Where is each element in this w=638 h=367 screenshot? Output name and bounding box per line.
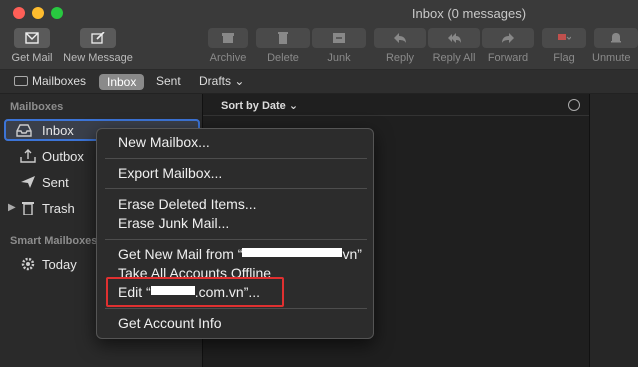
unmute-label: Unmute	[592, 52, 631, 64]
get-mail-button[interactable]	[14, 28, 50, 48]
sort-by-date-button[interactable]: Sort by Date ⌄	[221, 99, 298, 112]
reply-all-label: Reply All	[432, 52, 476, 64]
menu-item-new-mailbox[interactable]: New Mailbox...	[118, 134, 210, 150]
sort-bar: Sort by Date ⌄	[203, 94, 590, 116]
window-title: Inbox (0 messages)	[411, 6, 527, 21]
highlight-box	[106, 277, 284, 307]
forward-button[interactable]	[482, 28, 534, 48]
flag-icon	[558, 34, 571, 40]
redacted-account	[242, 248, 343, 257]
paper-plane-icon	[21, 176, 35, 188]
minimize-window-button[interactable]	[32, 7, 44, 19]
menu-item-erase-junk[interactable]: Erase Junk Mail...	[118, 215, 229, 231]
reply-label: Reply	[385, 52, 415, 64]
sidebar-item-label: Today	[42, 256, 77, 272]
archive-button[interactable]	[208, 28, 248, 48]
get-new-mail-prefix: Get New Mail from “	[118, 246, 243, 262]
favorites-inbox-button[interactable]: Inbox	[99, 74, 145, 90]
mailboxes-sidebar-icon	[14, 76, 28, 86]
window-toolbar: Inbox (0 messages) Get Mail New Message …	[0, 0, 638, 70]
get-new-mail-suffix: vn”	[342, 246, 362, 262]
menu-separator	[105, 158, 367, 159]
inbox-tray-icon	[16, 124, 32, 137]
envelope-icon	[25, 32, 39, 44]
delete-button[interactable]	[256, 28, 310, 48]
menu-separator	[105, 308, 367, 309]
archive-box-icon	[222, 33, 234, 43]
new-message-label: New Message	[63, 52, 133, 64]
smart-mailboxes-section-title: Smart Mailboxes	[10, 235, 98, 247]
mailbox-context-menu: New Mailbox... Export Mailbox... Erase D…	[96, 128, 374, 339]
forward-label: Forward	[487, 52, 529, 64]
junk-button[interactable]	[312, 28, 366, 48]
menu-separator	[105, 239, 367, 240]
junk-label: Junk	[327, 52, 351, 64]
menu-separator	[105, 188, 367, 189]
sidebar-item-label: Trash	[42, 200, 75, 216]
bell-icon	[611, 33, 621, 43]
menu-item-get-new-mail[interactable]: Get New Mail from “ vn”	[118, 246, 362, 262]
sidebar-item-label: Outbox	[42, 148, 84, 164]
menu-item-get-account-info[interactable]: Get Account Info	[118, 315, 222, 331]
trash-icon	[22, 202, 34, 215]
reply-button[interactable]	[374, 28, 426, 48]
favorites-mailboxes-button[interactable]: Mailboxes	[14, 74, 86, 88]
reply-arrow-icon	[394, 33, 406, 43]
menu-item-export-mailbox[interactable]: Export Mailbox...	[118, 165, 222, 181]
junk-icon	[333, 33, 345, 43]
get-mail-label: Get Mail	[11, 52, 53, 64]
new-message-button[interactable]	[80, 28, 116, 48]
mailboxes-section-title: Mailboxes	[10, 101, 64, 113]
flag-label: Flag	[553, 52, 575, 64]
favorites-sent-button[interactable]: Sent	[156, 74, 181, 88]
favorites-bar: Mailboxes Inbox Sent Drafts ⌄	[0, 70, 638, 94]
sidebar-item-label: Inbox	[42, 122, 74, 138]
archive-label: Archive	[209, 52, 247, 64]
flag-button[interactable]	[542, 28, 586, 48]
zoom-window-button[interactable]	[51, 7, 63, 19]
unmute-button[interactable]	[594, 28, 638, 48]
reply-all-arrow-icon	[448, 33, 461, 43]
filter-icon[interactable]	[568, 99, 580, 111]
sidebar-item-label: Sent	[42, 174, 69, 190]
forward-arrow-icon	[502, 33, 514, 43]
gear-icon	[21, 257, 35, 271]
compose-icon	[91, 32, 105, 44]
outbox-tray-icon	[20, 149, 36, 163]
favorites-drafts-button[interactable]: Drafts ⌄	[199, 74, 244, 88]
reply-all-button[interactable]	[428, 28, 480, 48]
delete-label: Delete	[267, 52, 299, 64]
disclosure-triangle-icon[interactable]: ▶	[8, 202, 16, 213]
message-viewer	[589, 94, 638, 367]
trash-icon	[278, 32, 288, 44]
favorites-mailboxes-label: Mailboxes	[32, 74, 87, 88]
menu-item-erase-deleted[interactable]: Erase Deleted Items...	[118, 196, 257, 212]
close-window-button[interactable]	[13, 7, 25, 19]
